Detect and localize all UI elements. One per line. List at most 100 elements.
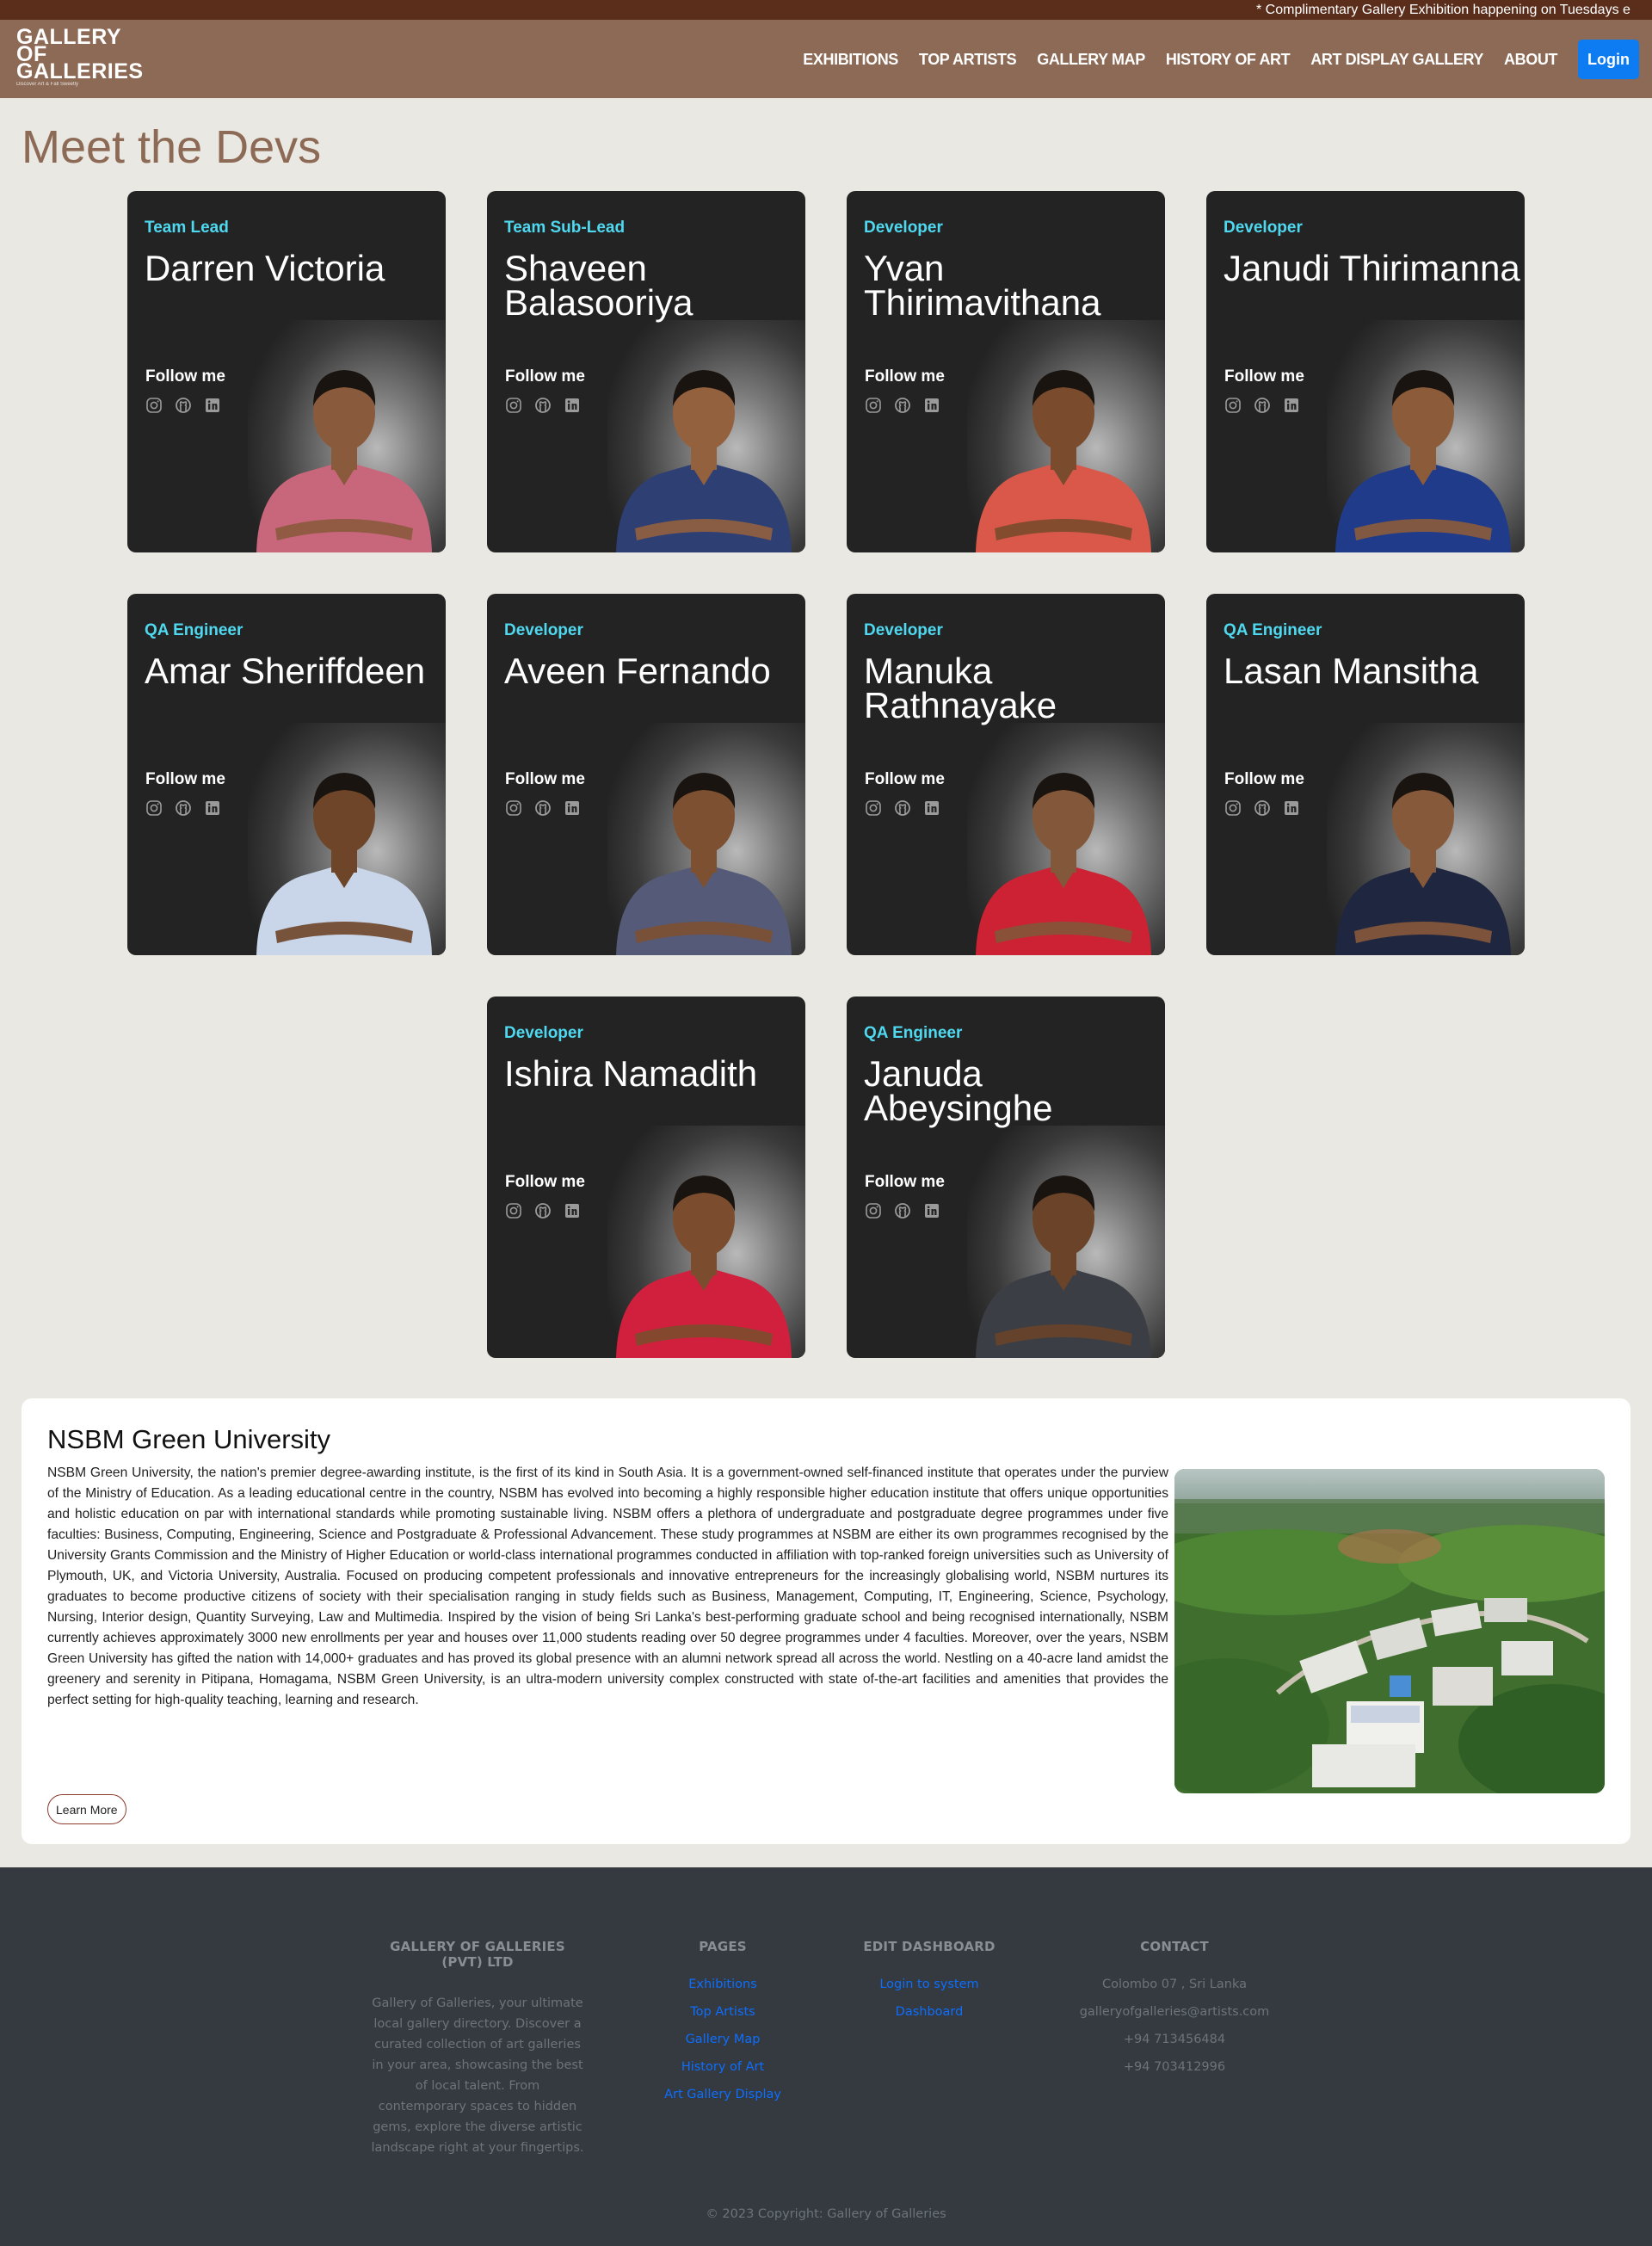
footer-link-top-artists[interactable]: Top Artists xyxy=(637,2005,809,2019)
dev-photo xyxy=(1328,740,1518,955)
social-links xyxy=(504,396,592,415)
dev-role: Developer xyxy=(864,219,943,237)
footer-link-history-of-art[interactable]: History of Art xyxy=(637,2060,809,2074)
instagram-icon[interactable] xyxy=(1224,396,1242,415)
dev-name: Amar Sheriffdeen xyxy=(145,651,426,691)
dev-photo xyxy=(1328,337,1518,552)
university-title: NSBM Green University xyxy=(47,1424,331,1454)
linkedin-icon[interactable] xyxy=(203,396,222,415)
github-icon[interactable] xyxy=(893,799,912,818)
dev-name: Shaveen Balasooriya xyxy=(504,248,693,323)
footer: GALLERY OF GALLERIES (PVT) LTD Gallery o… xyxy=(0,1867,1652,2246)
footer-dashboard-heading: EDIT DASHBOARD xyxy=(863,1939,996,1954)
instagram-icon[interactable] xyxy=(864,799,883,818)
instagram-icon[interactable] xyxy=(145,799,163,818)
copyright-text: © 2023 Copyright: Gallery of Galleries xyxy=(706,2207,946,2221)
nav-menu: EXHIBITIONS TOP ARTISTS GALLERY MAP HIST… xyxy=(782,40,1639,79)
linkedin-icon[interactable] xyxy=(922,396,941,415)
dev-role: Developer xyxy=(504,1024,583,1042)
footer-contact-column: CONTACT Colombo 07 , Sri Lanka galleryof… xyxy=(1058,1939,1291,2088)
nav-exhibitions[interactable]: EXHIBITIONS xyxy=(803,51,898,69)
login-button[interactable]: Login xyxy=(1578,40,1639,79)
linkedin-icon[interactable] xyxy=(922,1201,941,1220)
github-icon[interactable] xyxy=(893,396,912,415)
nav-about[interactable]: ABOUT xyxy=(1504,51,1557,69)
footer-link-exhibitions[interactable]: Exhibitions xyxy=(637,1978,809,1991)
university-section: NSBM Green University NSBM Green Univers… xyxy=(22,1398,1630,1844)
instagram-icon[interactable] xyxy=(864,1201,883,1220)
footer-email: galleryofgalleries@artists.com xyxy=(1079,2005,1270,2019)
brand-logo[interactable]: GALLERY OF GALLERIES Discover Art & Fall… xyxy=(16,27,144,88)
follow-me-label: Follow me xyxy=(865,770,945,788)
nav-top-artists[interactable]: TOP ARTISTS xyxy=(919,51,1017,69)
dev-role: QA Engineer xyxy=(145,621,243,639)
linkedin-icon[interactable] xyxy=(563,396,582,415)
dev-role: Developer xyxy=(1224,219,1303,237)
github-icon[interactable] xyxy=(1253,396,1272,415)
footer-link-dashboard[interactable]: Dashboard xyxy=(843,2005,1015,2019)
nav-history-of-art[interactable]: HISTORY OF ART xyxy=(1166,51,1291,69)
footer-address: Colombo 07 , Sri Lanka xyxy=(1102,1978,1247,1991)
dev-photo xyxy=(609,337,798,552)
instagram-icon[interactable] xyxy=(145,396,163,415)
instagram-icon[interactable] xyxy=(1224,799,1242,818)
github-icon[interactable] xyxy=(1253,799,1272,818)
instagram-icon[interactable] xyxy=(504,1201,523,1220)
dev-name: Darren Victoria xyxy=(145,248,385,288)
linkedin-icon[interactable] xyxy=(1282,396,1301,415)
instagram-icon[interactable] xyxy=(864,396,883,415)
linkedin-icon[interactable] xyxy=(922,799,941,818)
follow-me-label: Follow me xyxy=(145,367,225,386)
social-links xyxy=(864,1201,952,1220)
footer-link-login[interactable]: Login to system xyxy=(843,1978,1015,1991)
linkedin-icon[interactable] xyxy=(1282,799,1301,818)
dev-role: Team Sub-Lead xyxy=(504,219,626,237)
dev-photo xyxy=(609,1143,798,1358)
dev-role: QA Engineer xyxy=(864,1024,963,1042)
linkedin-icon[interactable] xyxy=(563,1201,582,1220)
social-links xyxy=(1224,799,1311,818)
brand-tagline: Discover Art & Fall Sweetly xyxy=(16,82,79,87)
footer-company-column: GALLERY OF GALLERIES (PVT) LTD Gallery o… xyxy=(370,1939,585,2158)
dev-name: Janudi Thirimanna xyxy=(1224,248,1520,288)
instagram-icon[interactable] xyxy=(504,396,523,415)
follow-me-label: Follow me xyxy=(505,1173,585,1191)
instagram-icon[interactable] xyxy=(504,799,523,818)
follow-me-label: Follow me xyxy=(145,770,225,788)
dev-card: Developer Manuka Rathnayake Follow me xyxy=(847,594,1165,955)
follow-me-label: Follow me xyxy=(505,367,585,386)
dev-name: Ishira Namadith xyxy=(504,1053,758,1094)
social-links xyxy=(145,396,232,415)
follow-me-label: Follow me xyxy=(865,1173,945,1191)
github-icon[interactable] xyxy=(893,1201,912,1220)
social-links xyxy=(864,799,952,818)
dev-role: Developer xyxy=(864,621,943,639)
dev-role: Developer xyxy=(504,621,583,639)
github-icon[interactable] xyxy=(533,396,552,415)
navbar: GALLERY OF GALLERIES Discover Art & Fall… xyxy=(0,20,1652,98)
learn-more-button[interactable]: Learn More xyxy=(47,1794,126,1824)
dev-photo xyxy=(250,740,439,955)
dev-role: QA Engineer xyxy=(1224,621,1322,639)
github-icon[interactable] xyxy=(174,396,193,415)
dev-name: Januda Abeysinghe xyxy=(864,1053,1053,1128)
footer-link-art-gallery-display[interactable]: Art Gallery Display xyxy=(637,2088,809,2101)
linkedin-icon[interactable] xyxy=(563,799,582,818)
dev-name: Lasan Mansitha xyxy=(1224,651,1479,691)
nav-art-display-gallery[interactable]: ART DISPLAY GALLERY xyxy=(1310,51,1483,69)
dev-card: Developer Janudi Thirimanna Follow me xyxy=(1206,191,1525,552)
dev-role: Team Lead xyxy=(145,219,229,237)
footer-dashboard-column: EDIT DASHBOARD Login to system Dashboard xyxy=(843,1939,1015,2033)
nav-gallery-map[interactable]: GALLERY MAP xyxy=(1037,51,1145,69)
page-title: Meet the Devs xyxy=(22,121,322,173)
dev-photo xyxy=(969,740,1158,955)
footer-pages-heading: PAGES xyxy=(699,1939,747,1954)
dev-name: Yvan Thirimavithana xyxy=(864,248,1101,323)
footer-phone-2: +94 703412996 xyxy=(1123,2060,1226,2074)
github-icon[interactable] xyxy=(533,799,552,818)
footer-link-gallery-map[interactable]: Gallery Map xyxy=(637,2033,809,2046)
social-links xyxy=(864,396,952,415)
github-icon[interactable] xyxy=(533,1201,552,1220)
github-icon[interactable] xyxy=(174,799,193,818)
linkedin-icon[interactable] xyxy=(203,799,222,818)
